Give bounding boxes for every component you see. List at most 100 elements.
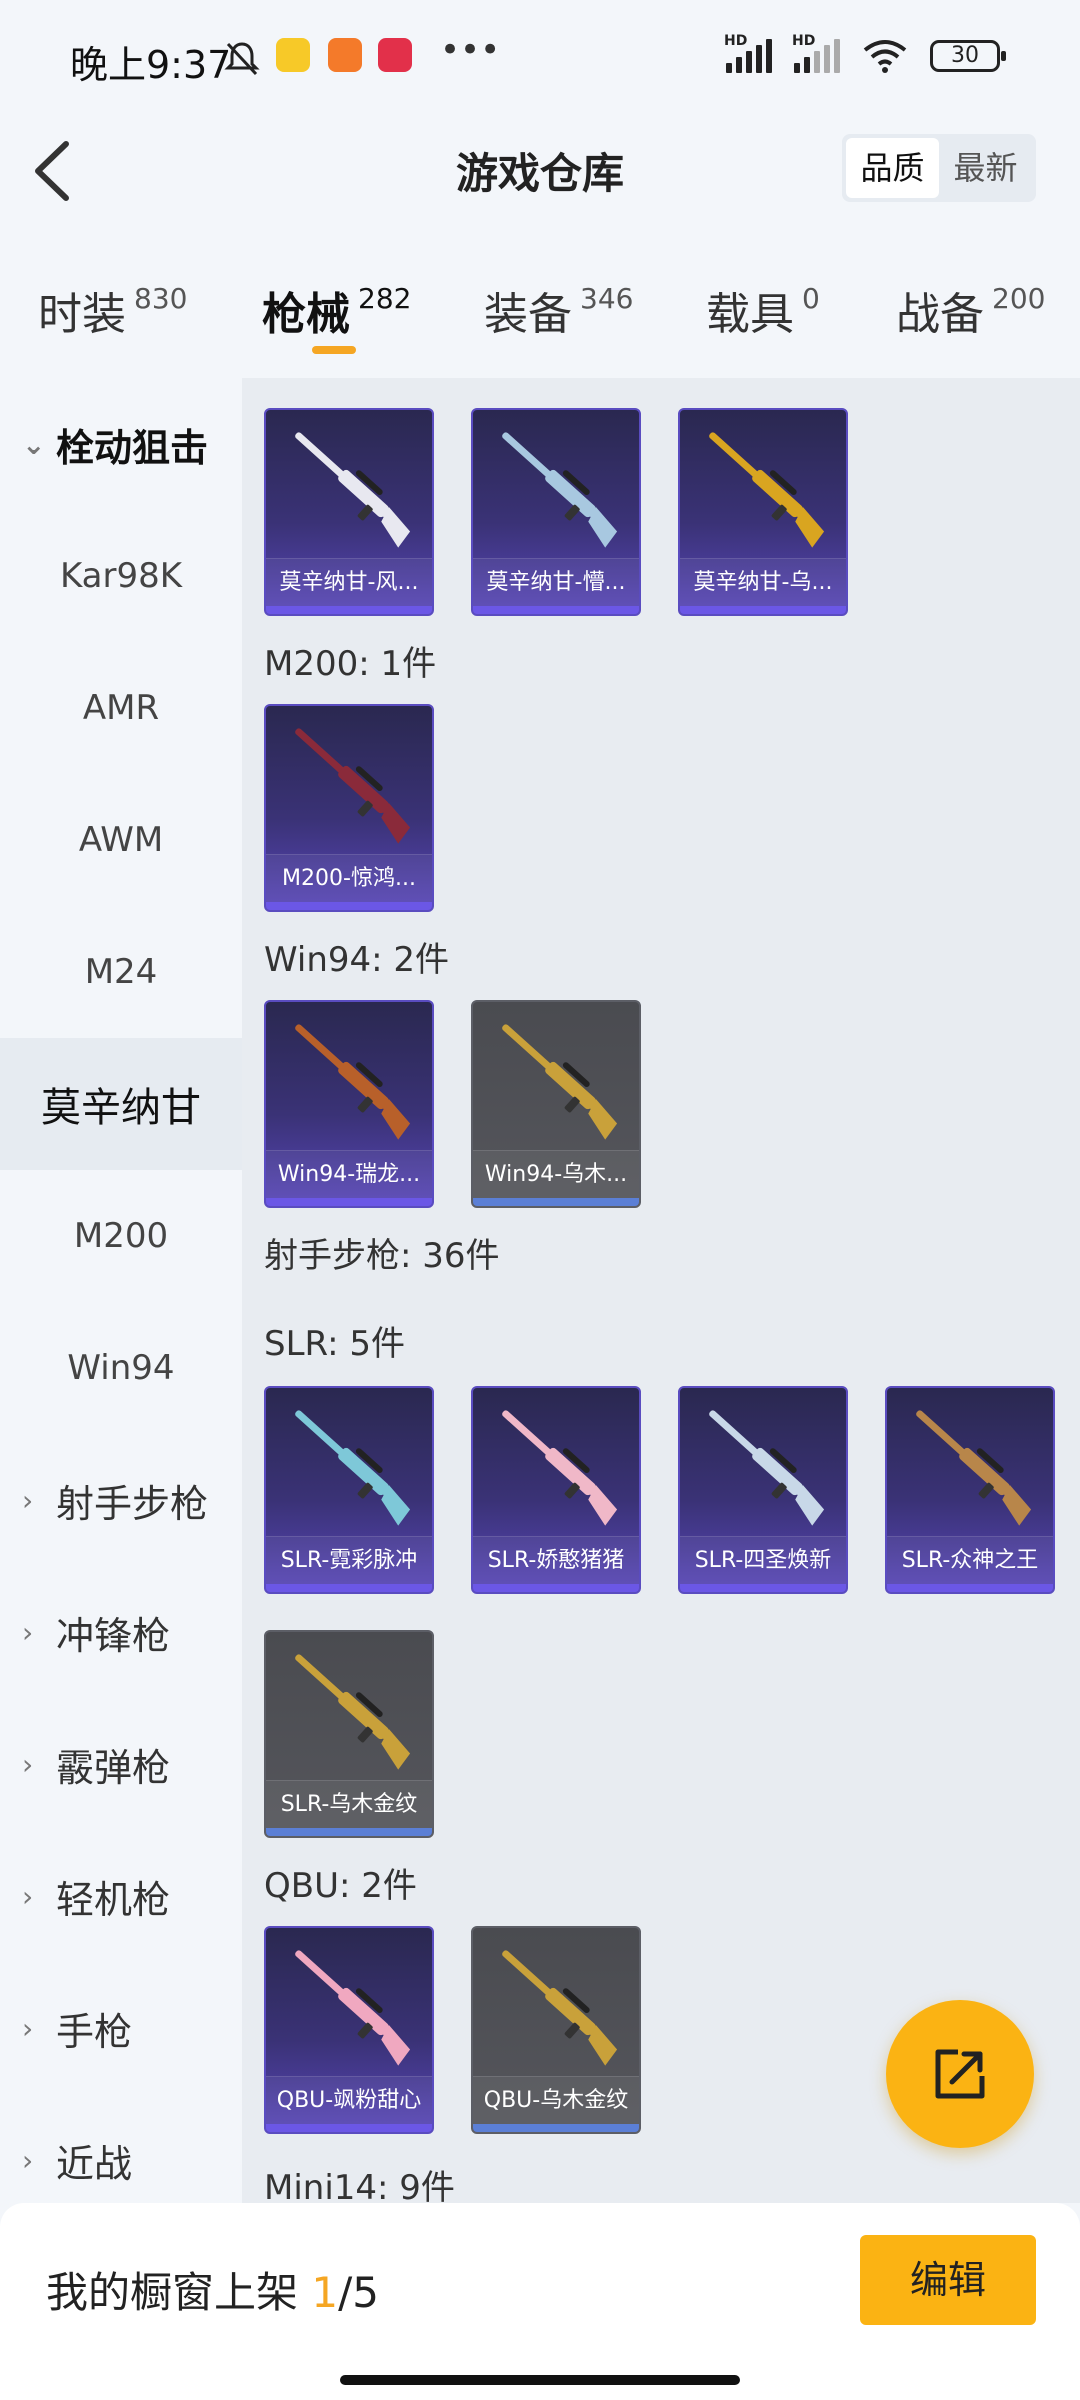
home-indicator[interactable] [340, 2375, 740, 2385]
item-card-name: QBU-飒粉甜心 [266, 2076, 432, 2124]
gun-skin-icon [295, 728, 411, 844]
section-label-slr: SLR: 5件 [264, 1324, 405, 1364]
quality-strip [266, 606, 432, 614]
item-grid-area: 莫辛纳甘-风... 莫辛纳甘-懵... 莫辛纳甘-乌... M200: 1件 M… [242, 378, 1080, 2203]
section-label-mini14: Mini14: 9件 [264, 2168, 455, 2203]
tab-vehicles[interactable]: 载具 0 [706, 278, 820, 342]
app-notification-icon [378, 38, 412, 72]
item-card-name: 莫辛纳甘-风... [266, 558, 432, 606]
edit-button[interactable]: 编辑 [860, 2235, 1036, 2325]
wifi-icon [863, 40, 907, 73]
gun-skin-icon [502, 1024, 618, 1140]
quality-strip [680, 606, 846, 614]
gun-skin-icon [709, 1410, 825, 1526]
item-card-name: M200-惊鸿... [266, 854, 432, 902]
sidebar-group-lmg[interactable]: › 轻机枪 [0, 1830, 242, 1962]
section-label-m200: M200: 1件 [264, 644, 437, 684]
chevron-down-icon: ⌄ [22, 427, 46, 461]
item-card[interactable]: 莫辛纳甘-乌... [678, 408, 848, 616]
sidebar-item-win94[interactable]: Win94 [0, 1302, 242, 1434]
bell-muted-icon [224, 42, 260, 76]
sidebar-item-kar98k[interactable]: Kar98K [0, 510, 242, 642]
section-label-qbu: QBU: 2件 [264, 1866, 417, 1906]
sort-newest-button[interactable]: 最新 [939, 138, 1032, 198]
item-card[interactable]: 莫辛纳甘-风... [264, 408, 434, 616]
tab-equipment[interactable]: 装备 346 [484, 278, 633, 342]
item-card[interactable]: SLR-众神之王 [885, 1386, 1055, 1594]
tab-guns[interactable]: 枪械 282 [262, 278, 411, 342]
item-card-name: SLR-乌木金纹 [266, 1780, 432, 1828]
status-bar: 晚上9:37 ••• HD HD 30 [0, 0, 1080, 110]
app-notification-icon [276, 38, 310, 72]
item-card[interactable]: SLR-四圣焕新 [678, 1386, 848, 1594]
quality-strip [680, 1584, 846, 1592]
signal-2-icon: HD [792, 33, 840, 73]
gun-skin-icon [502, 1950, 618, 2066]
app-notification-icon [328, 38, 362, 72]
share-out-button[interactable] [886, 2000, 1034, 2148]
gun-skin-icon [295, 1410, 411, 1526]
section-label-marksman: 射手步枪: 36件 [264, 1236, 500, 1276]
quality-strip [473, 606, 639, 614]
quality-strip [266, 1828, 432, 1836]
showcase-status: 我的橱窗上架 1/5 [46, 2268, 379, 2317]
chevron-right-icon: › [22, 1879, 34, 1913]
more-notifications-icon: ••• [440, 30, 501, 70]
item-card[interactable]: QBU-乌木金纹 [471, 1926, 641, 2134]
header: 游戏仓库 品质 最新 [0, 110, 1080, 230]
active-tab-indicator [312, 346, 356, 354]
item-card[interactable]: Win94-瑞龙... [264, 1000, 434, 1208]
item-card-name: Win94-乌木... [473, 1150, 639, 1198]
tab-outfits[interactable]: 时装 830 [38, 278, 187, 342]
gun-skin-icon [295, 432, 411, 548]
quality-strip [266, 2124, 432, 2132]
sort-quality-button[interactable]: 品质 [846, 138, 939, 198]
sidebar-item-mosin[interactable]: 莫辛纳甘 [0, 1038, 242, 1170]
item-card[interactable]: QBU-飒粉甜心 [264, 1926, 434, 2134]
item-card-name: SLR-四圣焕新 [680, 1536, 846, 1584]
item-card-name: Win94-瑞龙... [266, 1150, 432, 1198]
item-card-name: SLR-众神之王 [887, 1536, 1053, 1584]
chevron-right-icon: › [22, 2143, 34, 2177]
quality-strip [473, 2124, 639, 2132]
quality-strip [887, 1584, 1053, 1592]
sidebar-item-m200[interactable]: M200 [0, 1170, 242, 1302]
sidebar-group-smg[interactable]: › 冲锋枪 [0, 1566, 242, 1698]
sidebar: ⌄ 栓动狙击 Kar98K AMR AWM M24 莫辛纳甘 M200 Win9… [0, 378, 242, 2203]
sidebar-item-awm[interactable]: AWM [0, 774, 242, 906]
category-tabs: 时装 830 枪械 282 装备 346 载具 0 战备 200 [0, 258, 1080, 368]
quality-strip [473, 1198, 639, 1206]
item-card-name: 莫辛纳甘-乌... [680, 558, 846, 606]
item-card-name: SLR-娇憨猪猪 [473, 1536, 639, 1584]
status-time: 晚上9:37 [70, 43, 232, 87]
gun-skin-icon [916, 1410, 1032, 1526]
quality-strip [266, 1584, 432, 1592]
sidebar-group-bolt-action[interactable]: ⌄ 栓动狙击 [0, 378, 242, 510]
sidebar-item-m24[interactable]: M24 [0, 906, 242, 1038]
quality-strip [473, 1584, 639, 1592]
gun-skin-icon [295, 1654, 411, 1770]
item-card[interactable]: SLR-娇憨猪猪 [471, 1386, 641, 1594]
item-card[interactable]: SLR-乌木金纹 [264, 1630, 434, 1838]
tab-supplies[interactable]: 战备 200 [896, 278, 1045, 342]
item-card[interactable]: SLR-霓彩脉冲 [264, 1386, 434, 1594]
gun-skin-icon [295, 1024, 411, 1140]
sidebar-group-pistol[interactable]: › 手枪 [0, 1962, 242, 2094]
battery-icon: 30 [930, 40, 1006, 72]
item-card-name: QBU-乌木金纹 [473, 2076, 639, 2124]
item-card-name: 莫辛纳甘-懵... [473, 558, 639, 606]
chevron-right-icon: › [22, 1615, 34, 1649]
section-label-win94: Win94: 2件 [264, 940, 450, 980]
item-card[interactable]: M200-惊鸿... [264, 704, 434, 912]
quality-strip [266, 902, 432, 910]
gun-skin-icon [709, 432, 825, 548]
item-card[interactable]: Win94-乌木... [471, 1000, 641, 1208]
item-card[interactable]: 莫辛纳甘-懵... [471, 408, 641, 616]
share-out-icon [935, 2049, 985, 2099]
sidebar-group-shotgun[interactable]: › 霰弹枪 [0, 1698, 242, 1830]
sort-toggle: 品质 最新 [842, 134, 1036, 202]
sidebar-item-amr[interactable]: AMR [0, 642, 242, 774]
gun-skin-icon [295, 1950, 411, 2066]
gun-skin-icon [502, 432, 618, 548]
sidebar-group-marksman[interactable]: › 射手步枪 [0, 1434, 242, 1566]
